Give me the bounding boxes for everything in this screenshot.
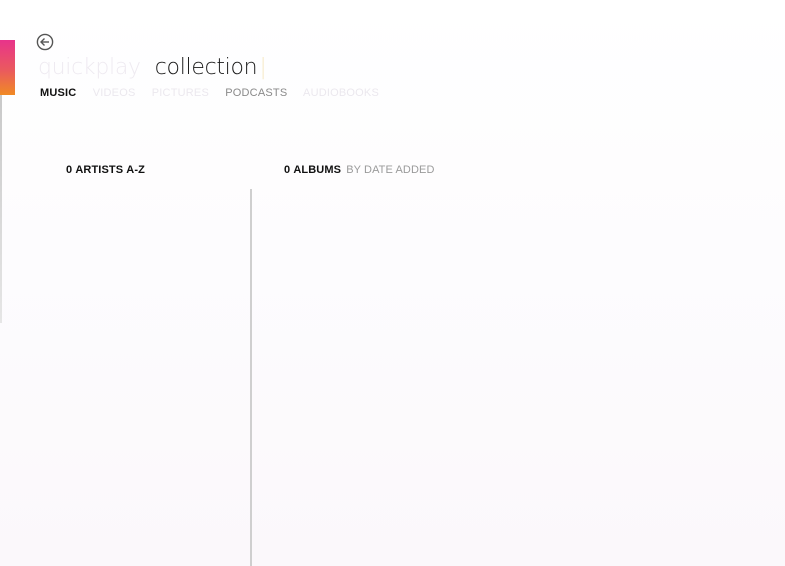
collection-subtabs: MUSIC VIDEOS PICTURES PODCASTS AUDIOBOOK… xyxy=(40,87,392,99)
artists-label: ARTISTS xyxy=(75,164,124,176)
albums-sort[interactable]: BY DATE ADDED xyxy=(346,164,434,176)
albums-count: 0 xyxy=(284,164,291,176)
subtab-audiobooks[interactable]: AUDIOBOOKS xyxy=(303,87,379,99)
subtab-podcasts[interactable]: PODCASTS xyxy=(225,87,287,99)
pivot-header: quickplay collection| xyxy=(38,55,267,80)
subtab-music[interactable]: MUSIC xyxy=(40,87,76,99)
side-panel-edge xyxy=(0,95,2,323)
albums-label: ALBUMS xyxy=(293,164,342,176)
artists-sort[interactable]: A-Z xyxy=(126,164,145,176)
artists-header[interactable]: 0 ARTISTS A-Z xyxy=(66,164,145,176)
column-divider xyxy=(250,189,252,566)
pivot-indicator: | xyxy=(259,55,267,80)
accent-bar xyxy=(0,40,15,95)
pivot-collection[interactable]: collection xyxy=(155,55,258,80)
back-arrow-circle-icon xyxy=(36,33,54,51)
subtab-pictures[interactable]: PICTURES xyxy=(152,87,209,99)
subtab-videos[interactable]: VIDEOS xyxy=(93,87,136,99)
albums-header[interactable]: 0 ALBUMS BY DATE ADDED xyxy=(284,164,435,176)
back-button[interactable] xyxy=(36,33,54,51)
pivot-quickplay[interactable]: quickplay xyxy=(38,55,141,80)
artists-count: 0 xyxy=(66,164,73,176)
